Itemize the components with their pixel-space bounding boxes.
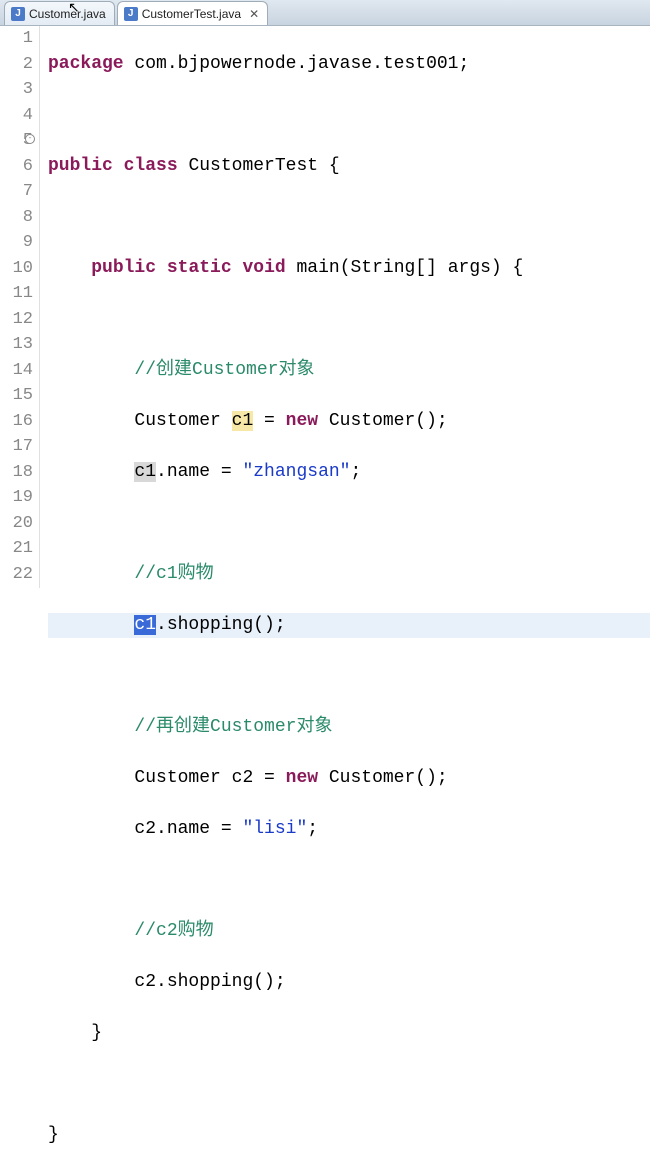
code-line: //再创建Customer对象 xyxy=(48,715,650,741)
code-line xyxy=(48,868,650,894)
line-number: 16 xyxy=(0,409,33,435)
highlight-occurrence: c1 xyxy=(134,462,156,482)
fold-marker-icon[interactable]: - xyxy=(25,134,35,144)
line-number: 14 xyxy=(0,358,33,384)
line-number: 10 xyxy=(0,256,33,282)
line-number: 2 xyxy=(0,52,33,78)
code-line xyxy=(48,307,650,333)
line-number: 11 xyxy=(0,281,33,307)
line-number: 21 xyxy=(0,536,33,562)
line-number: 5- xyxy=(0,128,33,154)
line-number: 12 xyxy=(0,307,33,333)
code-line xyxy=(48,205,650,231)
java-file-icon: J xyxy=(124,7,138,21)
line-number: 17 xyxy=(0,434,33,460)
line-number: 4 xyxy=(0,103,33,129)
selection: c1 xyxy=(134,615,156,635)
line-number: 8 xyxy=(0,205,33,231)
code-line: Customer c2 = new Customer(); xyxy=(48,766,650,792)
code-editor[interactable]: 1 2 3 4 5- 6 7 8 9 10 11 12 13 14 15 16 … xyxy=(0,26,650,588)
tab-customertest-java[interactable]: J CustomerTest.java ✕ xyxy=(117,1,268,25)
line-number: 9 xyxy=(0,230,33,256)
line-number: 20 xyxy=(0,511,33,537)
line-number: 3 xyxy=(0,77,33,103)
tab-customer-java[interactable]: J Customer.java xyxy=(4,1,115,25)
code-line: public static void main(String[] args) { xyxy=(48,256,650,282)
code-line: package com.bjpowernode.javase.test001; xyxy=(48,52,650,78)
code-line: public class CustomerTest { xyxy=(48,154,650,180)
code-line: c2.shopping(); xyxy=(48,970,650,996)
line-number: 13 xyxy=(0,332,33,358)
code-line: //创建Customer对象 xyxy=(48,358,650,384)
code-line xyxy=(48,664,650,690)
code-line: c1.name = "zhangsan"; xyxy=(48,460,650,486)
code-line: } xyxy=(48,1021,650,1047)
line-number: 1 xyxy=(0,26,33,52)
line-number: 6 xyxy=(0,154,33,180)
current-line: c1.shopping(); xyxy=(48,613,650,639)
code-line: //c2购物 xyxy=(48,919,650,945)
code-line: c2.name = "lisi"; xyxy=(48,817,650,843)
line-number: 22 xyxy=(0,562,33,588)
code-line: } xyxy=(48,1123,650,1149)
line-number-gutter: 1 2 3 4 5- 6 7 8 9 10 11 12 13 14 15 16 … xyxy=(0,26,40,588)
code-line xyxy=(48,511,650,537)
line-number: 18 xyxy=(0,460,33,486)
line-number: 19 xyxy=(0,485,33,511)
code-line: //c1购物 xyxy=(48,562,650,588)
close-icon[interactable]: ✕ xyxy=(245,7,259,21)
line-number: 7 xyxy=(0,179,33,205)
code-line xyxy=(48,103,650,129)
line-number: 15 xyxy=(0,383,33,409)
code-area[interactable]: package com.bjpowernode.javase.test001; … xyxy=(40,26,650,588)
code-line xyxy=(48,1072,650,1098)
tab-bar: J Customer.java J CustomerTest.java ✕ xyxy=(0,0,650,26)
java-file-icon: J xyxy=(11,7,25,21)
highlight-occurrence: c1 xyxy=(232,411,254,431)
code-line: Customer c1 = new Customer(); xyxy=(48,409,650,435)
tab-label: Customer.java xyxy=(29,7,106,21)
tab-label: CustomerTest.java xyxy=(142,7,241,21)
